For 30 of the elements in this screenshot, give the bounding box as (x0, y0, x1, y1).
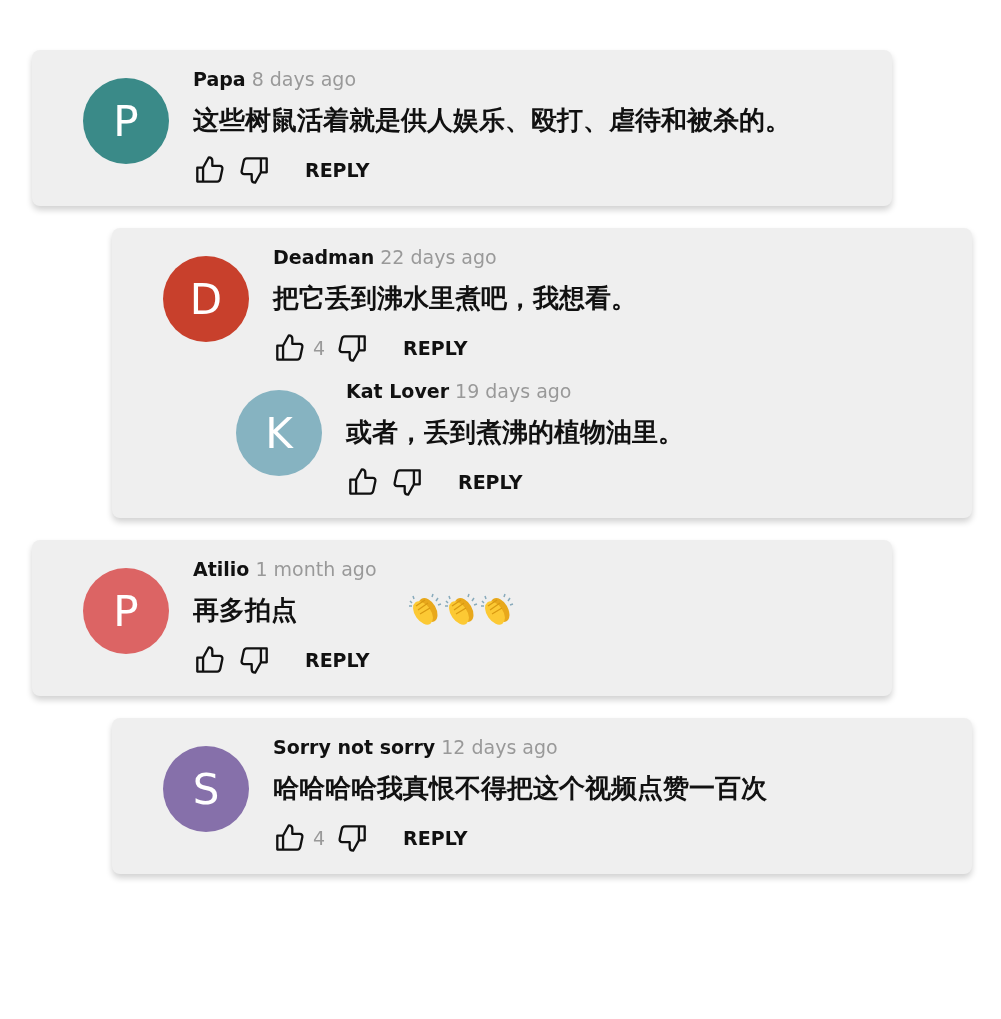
comment-time: 22 days ago (380, 246, 497, 268)
author-name[interactable]: Deadman (273, 246, 375, 268)
avatar: K (236, 390, 322, 476)
author-name[interactable]: Papa (193, 68, 246, 90)
comment-time: 8 days ago (251, 68, 356, 90)
comment-text: 哈哈哈哈我真恨不得把这个视频点赞一百次 (273, 771, 767, 805)
author-name[interactable]: Sorry not sorry (273, 736, 436, 758)
reply-button[interactable]: REPLY (458, 471, 523, 493)
clapping-hands-icon (479, 592, 515, 628)
comment-text: 或者，丢到煮沸的植物油里。 (346, 415, 684, 449)
comment-text: 再多拍点 (193, 593, 297, 627)
like-count: 4 (313, 337, 326, 359)
reply-button[interactable]: REPLY (403, 337, 468, 359)
avatar: D (163, 256, 249, 342)
avatar: P (83, 78, 169, 164)
clapping-hands-icon (443, 592, 479, 628)
reply-button[interactable]: REPLY (305, 649, 370, 671)
comment-time: 12 days ago (441, 736, 558, 758)
comment-text: 这些树鼠活着就是供人娱乐、殴打、虐待和被杀的。 (193, 103, 791, 137)
comment-text: 把它丢到沸水里煮吧，我想看。 (273, 281, 637, 315)
comment-time: 19 days ago (455, 380, 572, 402)
author-name[interactable]: Kat Lover (346, 380, 450, 402)
author-name[interactable]: Atilio (193, 558, 250, 580)
clapping-hands-icon (407, 592, 443, 628)
reply-button[interactable]: REPLY (305, 159, 370, 181)
comment-time: 1 month ago (255, 558, 377, 580)
reply-button[interactable]: REPLY (403, 827, 468, 849)
like-count: 4 (313, 827, 326, 849)
avatar: S (163, 746, 249, 832)
avatar: P (83, 568, 169, 654)
